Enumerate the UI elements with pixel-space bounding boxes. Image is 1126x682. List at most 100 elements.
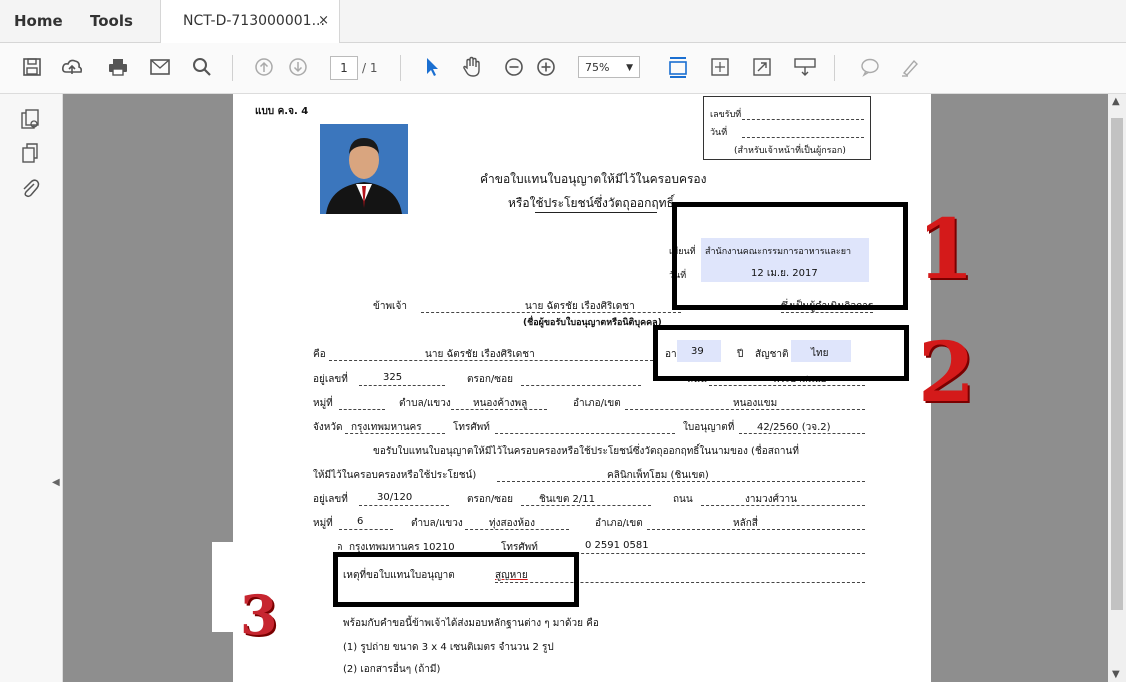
applicant-label: ข้าพเจ้า bbox=[373, 301, 407, 312]
subdistrict-value: หนองค้างพลู bbox=[473, 398, 528, 409]
annotation-box-2 bbox=[653, 325, 909, 381]
copy-pages-icon[interactable] bbox=[16, 142, 44, 170]
road2-label: ถนน bbox=[673, 494, 693, 505]
district-value: หนองแขม bbox=[733, 398, 778, 409]
receipt-no-label: เลขรับที่ bbox=[710, 110, 742, 120]
attachment-1: (1) รูปถ่าย ขนาด 3 x 4 เซนติเมตร จำนวน 2… bbox=[343, 642, 554, 653]
phone2-value: 0 2591 0581 bbox=[585, 540, 649, 551]
attachment-icon[interactable] bbox=[16, 178, 44, 206]
phone-label: โทรศัพท์ bbox=[453, 422, 490, 433]
alley2-label: ตรอก/ซอย bbox=[467, 494, 513, 505]
house-no2-label: อยู่เลขที่ bbox=[313, 494, 348, 505]
tab-home[interactable]: Home bbox=[14, 0, 63, 42]
previous-page-icon[interactable] bbox=[250, 53, 278, 81]
annotation-number-1: 1 bbox=[917, 202, 975, 298]
title-underline bbox=[535, 212, 657, 213]
receipt-no-line bbox=[742, 119, 864, 120]
chevron-down-icon: ▼ bbox=[626, 63, 633, 73]
official-note: (สำหรับเจ้าหน้าที่เป็นผู้กรอก) bbox=[734, 146, 846, 156]
toolbar-divider bbox=[400, 55, 401, 81]
page-thumbnails-icon[interactable] bbox=[16, 108, 44, 136]
form-title-line1: คำขอใบแทนใบอนุญาตให้มีไว้ในครอบครอง bbox=[480, 172, 707, 186]
left-sidebar: ◀ bbox=[0, 94, 63, 682]
road2-value: งามวงศ์วาน bbox=[745, 494, 798, 505]
license-value: 42/2560 (วจ.2) bbox=[757, 422, 831, 433]
tab-document-label: NCT-D-713000001... bbox=[183, 13, 325, 29]
form-title-line2: หรือใช้ประโยชน์ซึ่งวัตถุออกฤทธิ์ bbox=[508, 196, 674, 210]
district2-label: อำเภอ/เขต bbox=[595, 518, 643, 529]
annotation-number-2: 2 bbox=[918, 325, 976, 421]
alley-label: ตรอก/ซอย bbox=[467, 374, 513, 385]
operator-line bbox=[781, 312, 873, 313]
receipt-date-line bbox=[742, 137, 864, 138]
moo2-label: หมู่ที่ bbox=[313, 518, 333, 529]
attachment-2: (2) เอกสารอื่นๆ (ถ้ามี) bbox=[343, 664, 441, 675]
rotate-view-icon[interactable] bbox=[706, 53, 734, 81]
applicant-name: นาย ฉัตรชัย เรืองศิริเดชา bbox=[525, 301, 635, 312]
license-label: ใบอนุญาตที่ bbox=[683, 422, 735, 433]
print-icon[interactable] bbox=[104, 53, 132, 81]
search-icon[interactable] bbox=[188, 53, 216, 81]
annotation-box-3 bbox=[333, 552, 579, 607]
applicant-photo bbox=[320, 124, 408, 214]
zoom-out-icon[interactable] bbox=[500, 53, 528, 81]
phone2-line bbox=[541, 553, 865, 554]
province-label: จังหวัด bbox=[313, 422, 343, 433]
full-screen-icon[interactable] bbox=[748, 53, 776, 81]
receipt-date-label: วันที่ bbox=[710, 128, 728, 138]
vertical-scrollbar[interactable]: ▲ ▼ bbox=[1108, 94, 1126, 682]
phone-line bbox=[495, 433, 675, 434]
toolbar-divider bbox=[834, 55, 835, 81]
scrollbar-thumb[interactable] bbox=[1111, 118, 1123, 610]
alley-line bbox=[521, 385, 641, 386]
request-line2: ให้มีไว้ในครอบครองหรือใช้ประโยชน์) bbox=[313, 470, 477, 481]
moo2-line bbox=[339, 529, 393, 530]
province-value: กรุงเทพมหานคร bbox=[351, 422, 422, 433]
email-icon[interactable] bbox=[146, 53, 174, 81]
close-tab-icon[interactable]: × bbox=[318, 0, 329, 42]
zoom-in-icon[interactable] bbox=[532, 53, 560, 81]
tab-bar: Home Tools NCT-D-713000001... × bbox=[0, 0, 1126, 43]
is-name: นาย ฉัตรชัย เรืองศิริเดชา bbox=[425, 349, 535, 360]
scroll-up-icon[interactable]: ▲ bbox=[1112, 96, 1120, 107]
highlight-pen-icon[interactable] bbox=[896, 53, 924, 81]
zoom-value: 75% bbox=[585, 61, 610, 74]
house-no-label: อยู่เลขที่ bbox=[313, 374, 348, 385]
tab-document[interactable]: NCT-D-713000001... × bbox=[160, 0, 340, 43]
page-total: / 1 bbox=[362, 61, 378, 75]
zoom-select[interactable]: 75% ▼ bbox=[578, 56, 640, 78]
page-number-input[interactable]: 1 bbox=[330, 56, 358, 80]
collapse-panel-icon[interactable]: ◀ bbox=[52, 477, 60, 488]
scroll-down-icon[interactable]: ▼ bbox=[1112, 669, 1120, 680]
subdistrict-label: ตำบล/แขวง bbox=[399, 398, 451, 409]
house-no2-line bbox=[359, 505, 449, 506]
district-label: อำเภอ/เขต bbox=[573, 398, 621, 409]
select-cursor-icon[interactable] bbox=[418, 53, 446, 81]
house-no-line bbox=[359, 385, 445, 386]
house-no-value: 325 bbox=[383, 372, 403, 383]
fit-page-icon[interactable] bbox=[664, 53, 692, 81]
moo-label: หมู่ที่ bbox=[313, 398, 333, 409]
form-code: แบบ ค.จ. 4 bbox=[255, 106, 309, 117]
toolbar: 1 / 1 75% ▼ bbox=[0, 43, 1126, 94]
alley2-value: ชินเขต 2/11 bbox=[539, 494, 596, 505]
upload-cloud-icon[interactable] bbox=[58, 53, 86, 81]
district2-value: หลักสี่ bbox=[733, 518, 758, 529]
tab-tools[interactable]: Tools bbox=[90, 0, 133, 42]
toolbar-divider bbox=[232, 55, 233, 81]
read-mode-icon[interactable] bbox=[790, 53, 820, 81]
request-line1: ขอรับใบแทนใบอนุญาตให้มีไว้ในครอบครองหรือ… bbox=[373, 446, 799, 457]
subdistrict2-label: ตำบล/แขวง bbox=[411, 518, 463, 529]
attachments-intro: พร้อมกับคำขอนี้ข้าพเจ้าได้ส่งมอบหลักฐานต… bbox=[343, 618, 599, 629]
save-icon[interactable] bbox=[18, 53, 46, 81]
next-page-icon[interactable] bbox=[284, 53, 312, 81]
hand-tool-icon[interactable] bbox=[458, 53, 486, 81]
comment-icon[interactable] bbox=[856, 53, 884, 81]
house-no2-value: 30/120 bbox=[377, 492, 413, 503]
applicant-note: (ชื่อผู้ขอรับใบอนุญาตหรือนิติบุคคล) bbox=[523, 318, 662, 328]
official-receipt-box: เลขรับที่ วันที่ (สำหรับเจ้าหน้าที่เป็นผ… bbox=[703, 96, 871, 160]
subdistrict2-value: ทุ่งสองห้อง bbox=[489, 518, 535, 529]
place-name: คลินิกเพ็ทโฮม (ชินเขต) bbox=[607, 470, 709, 481]
annotation-number-3: 3 bbox=[240, 583, 278, 647]
moo-line bbox=[339, 409, 385, 410]
